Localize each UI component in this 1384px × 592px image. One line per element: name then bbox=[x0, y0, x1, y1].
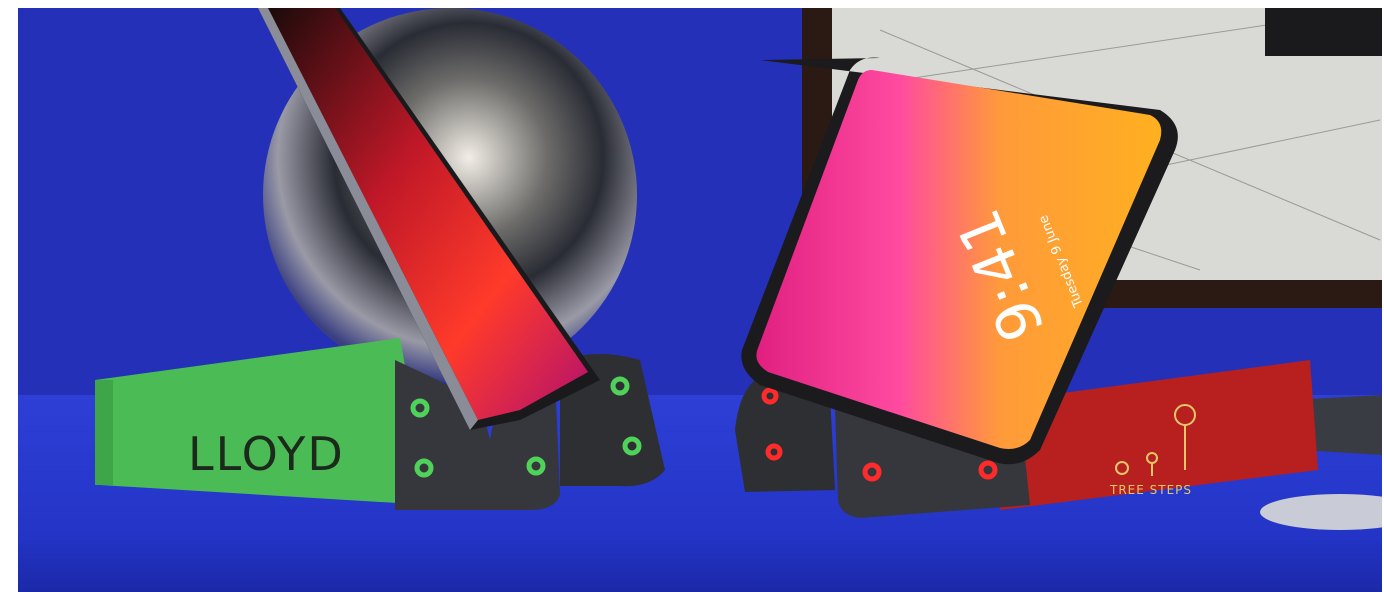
product-photo: LLOYD TREE STEPS 9:41 Tuesday 9 June bbox=[18, 8, 1382, 592]
photo-canvas: LLOYD TREE STEPS 9:41 Tuesday 9 June bbox=[18, 8, 1382, 592]
table-front-edge bbox=[18, 540, 1382, 592]
lloyd-logo: LLOYD bbox=[188, 427, 345, 481]
tree-steps-logo: TREE STEPS bbox=[1109, 483, 1192, 497]
painting-dark-block bbox=[1265, 8, 1382, 56]
green-stand-hinge bbox=[95, 380, 113, 485]
